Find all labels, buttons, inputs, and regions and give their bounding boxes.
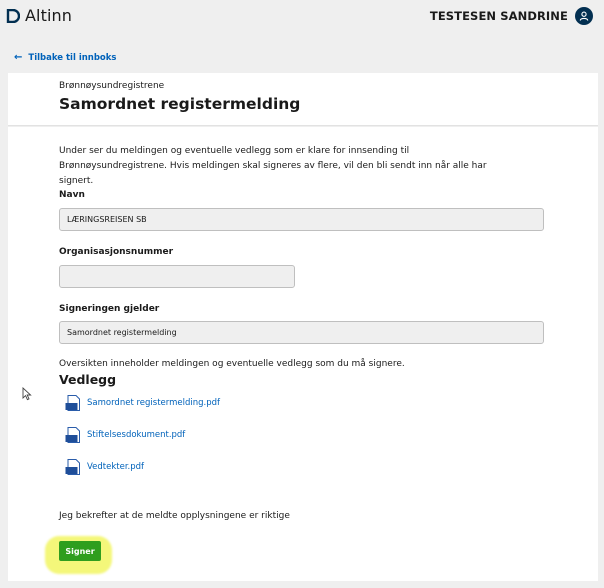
pdf-file-icon (65, 395, 80, 411)
user-name: TESTESEN SANDRINE (429, 9, 568, 23)
overview-text: Oversikten inneholder meldingen og event… (59, 359, 405, 369)
back-to-inbox-link[interactable]: ← Tilbake til innboks (14, 52, 117, 63)
sign-button[interactable]: Signer (59, 541, 101, 561)
back-link-label: Tilbake til innboks (28, 52, 117, 63)
attachments-title: Vedlegg (59, 372, 117, 387)
attachment-name: Vedtekter.pdf (87, 462, 145, 472)
name-field[interactable]: LÆRINGSREISEN SB (59, 208, 544, 231)
user-menu[interactable]: TESTESEN SANDRINE (430, 7, 593, 25)
arrow-left-icon: ← (14, 52, 23, 63)
page-title: Samordnet registermelding (59, 95, 301, 113)
confirmation-text: Jeg bekrefter at de meldte opplysningene… (59, 511, 290, 521)
attachment-link[interactable]: Samordnet registermelding.pdf (65, 395, 220, 411)
org-number-label: Organisasjonsnummer (59, 247, 174, 257)
top-bar: Altinn TESTESEN SANDRINE (0, 0, 604, 34)
signing-subject-field[interactable]: Samordnet registermelding (59, 321, 544, 344)
attachment-name: Stiftelsesdokument.pdf (87, 430, 186, 440)
attachment-name: Samordnet registermelding.pdf (87, 398, 221, 408)
form-body: Under ser du meldingen og eventuelle ved… (8, 127, 598, 581)
user-avatar-icon (575, 7, 593, 25)
name-label: Navn (59, 190, 85, 200)
pdf-file-icon (65, 459, 80, 475)
organization-name: Brønnøysundregistrene (59, 81, 165, 91)
attachment-link[interactable]: Vedtekter.pdf (65, 459, 144, 475)
altinn-logo-icon (6, 8, 20, 23)
signing-subject-label: Signeringen gjelder (59, 304, 160, 314)
org-number-field[interactable] (59, 265, 295, 288)
logo-text: Altinn (25, 6, 72, 25)
altinn-logo[interactable]: Altinn (6, 6, 72, 25)
mouse-cursor-icon (22, 387, 32, 401)
form-header: Brønnøysundregistrene Samordnet register… (8, 73, 598, 126)
attachment-link[interactable]: Stiftelsesdokument.pdf (65, 427, 185, 443)
pdf-file-icon (65, 427, 80, 443)
intro-text: Under ser du meldingen og eventuelle ved… (59, 146, 487, 186)
